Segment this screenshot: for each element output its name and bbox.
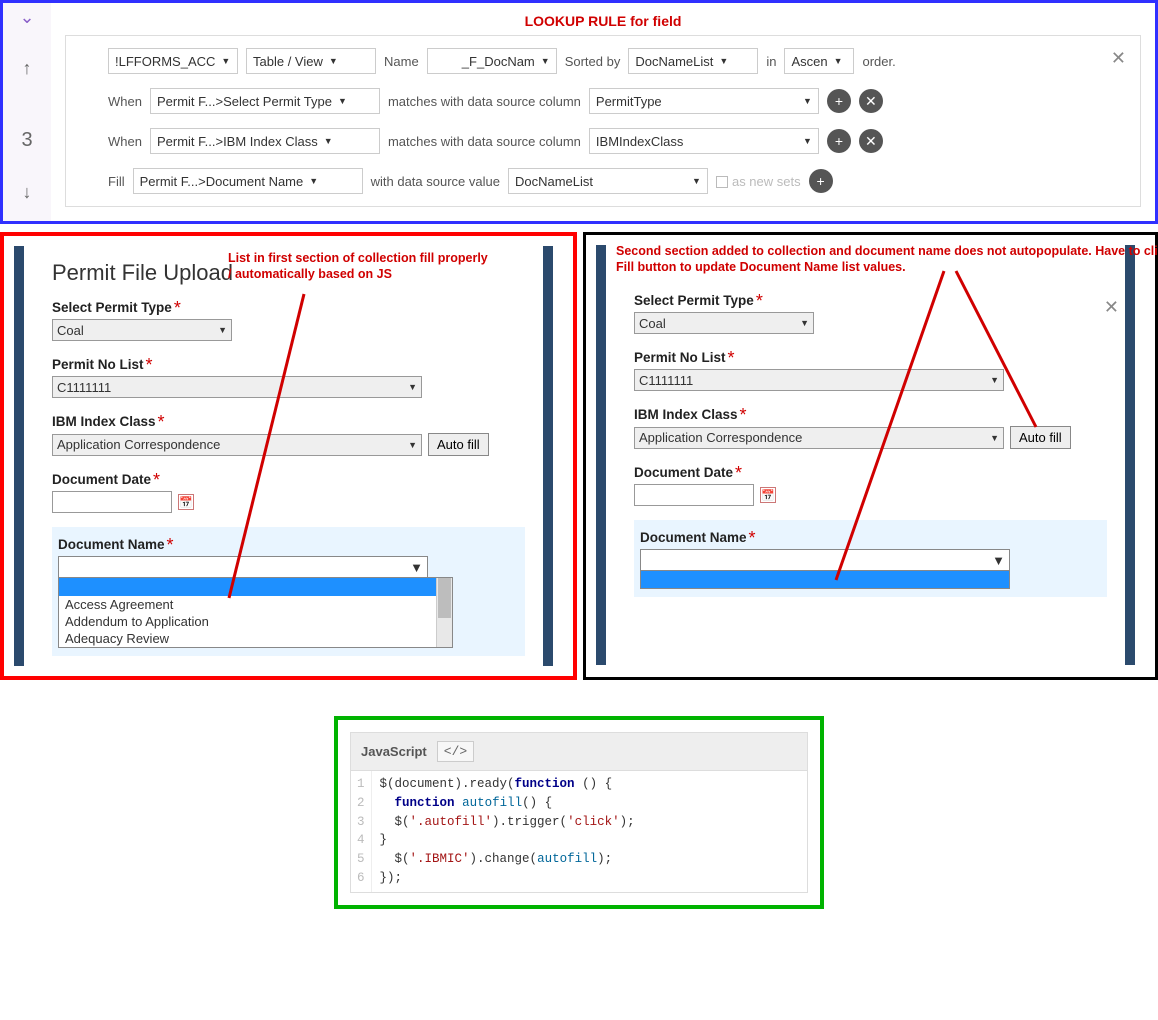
ibm-index-label: IBM Index Class [634,407,738,422]
permit-type-select[interactable]: Coal▼ [634,312,814,334]
rule-box: ✕ !LFFORMS_ACC▼ Table / View▼ Name _F_Do… [65,35,1141,207]
arrow-down-icon[interactable]: ↓ [23,182,32,203]
required-icon: * [740,405,747,425]
doc-name-select[interactable]: ▼ [58,556,428,578]
rule-header: LOOKUP RULE for field [65,13,1141,29]
when-row-2: When Permit F...>IBM Index Class▼ matche… [78,128,1128,154]
code-block: 123456 $(document).ready(function () { f… [350,771,808,893]
permit-type-select[interactable]: Coal▼ [52,319,232,341]
doc-name-label: Document Name [58,537,165,552]
order-select[interactable]: Ascen▼ [784,48,854,74]
fill-row: Fill Permit F...>Document Name▼ with dat… [78,168,1128,194]
permit-no-label: Permit No List [52,357,144,372]
rule-top-row: !LFFORMS_ACC▼ Table / View▼ Name _F_DocN… [78,48,1128,74]
name-select[interactable]: _F_DocNam▼ [427,48,557,74]
source-select[interactable]: !LFFORMS_ACC▼ [108,48,238,74]
close-icon[interactable]: ✕ [1104,297,1119,318]
calendar-icon[interactable]: 📅 [760,487,776,503]
when-label: When [108,94,142,109]
ibm-index-select[interactable]: Application Correspondence▼ [52,434,422,456]
list-item[interactable]: Adequacy Review [59,630,436,647]
required-icon: * [735,463,742,483]
list-item[interactable]: Access Agreement [59,596,436,613]
permit-type-label: Select Permit Type [52,300,172,315]
close-icon[interactable]: ✕ [1111,48,1126,69]
required-icon: * [158,412,165,432]
match-label: matches with data source column [388,94,581,109]
right-form-panel: Second section added to collection and d… [583,232,1158,680]
rule-gutter: ⌄ ↑ 3 ↓ [3,3,51,221]
code-content: $(document).ready(function () { function… [372,771,643,892]
mode-select[interactable]: Table / View▼ [246,48,376,74]
arrow-up-icon[interactable]: ↑ [23,58,32,79]
ibm-index-label: IBM Index Class [52,414,156,429]
doc-date-input[interactable] [52,491,172,513]
name-label: Name [384,54,419,69]
doc-name-select[interactable]: ▼ [640,549,1010,571]
code-icon[interactable]: </> [437,741,474,762]
ibm-index-select[interactable]: Application Correspondence▼ [634,427,1004,449]
autofill-button[interactable]: Auto fill [1010,426,1071,449]
autofill-button[interactable]: Auto fill [428,433,489,456]
left-form-panel: List in first section of collection fill… [0,232,577,680]
rule-number: 3 [21,129,32,152]
doc-date-label: Document Date [52,472,151,487]
fill-value-select[interactable]: DocNameList▼ [508,168,708,194]
required-icon: * [146,355,153,375]
list-item[interactable]: Addendum to Application [59,613,436,630]
when-row-1: When Permit F...>Select Permit Type▼ mat… [78,88,1128,114]
calendar-icon[interactable]: 📅 [178,494,194,510]
when2-field-select[interactable]: Permit F...>IBM Index Class▼ [150,128,380,154]
required-icon: * [153,470,160,490]
js-panel: JavaScript </> 123456 $(document).ready(… [334,716,824,909]
js-header: JavaScript </> [350,732,808,771]
forms-row: List in first section of collection fill… [0,232,1158,680]
annotation-right: Second section added to collection and d… [616,243,1158,276]
with-label: with data source value [371,174,500,189]
permit-no-select[interactable]: C1111111▼ [634,369,1004,391]
doc-name-dropdown[interactable]: Access Agreement Addendum to Application… [58,577,453,648]
annotation-left: List in first section of collection fill… [228,250,488,283]
required-icon: * [167,535,174,555]
when1-field-select[interactable]: Permit F...>Select Permit Type▼ [150,88,380,114]
sorted-select[interactable]: DocNameList▼ [628,48,758,74]
remove-icon[interactable]: ✕ [859,129,883,153]
in-label: in [766,54,776,69]
doc-name-block: Document Name* ▼ Access Agreement Addend… [52,527,525,656]
as-new-sets: as new sets [716,174,801,189]
doc-date-label: Document Date [634,465,733,480]
permit-no-label: Permit No List [634,350,726,365]
permit-no-select[interactable]: C1111111▼ [52,376,422,398]
scrollbar[interactable] [436,578,452,647]
match-label: matches with data source column [388,134,581,149]
line-numbers: 123456 [351,771,372,892]
when-label: When [108,134,142,149]
js-title: JavaScript [361,744,427,759]
doc-name-dropdown-empty[interactable] [640,571,1010,589]
required-icon: * [174,298,181,318]
required-icon: * [728,348,735,368]
list-item[interactable] [59,578,436,596]
sorted-label: Sorted by [565,54,621,69]
doc-date-input[interactable] [634,484,754,506]
chevron-down-icon: ⌄ [19,7,34,28]
plus-icon[interactable]: + [827,89,851,113]
fill-field-select[interactable]: Permit F...>Document Name▼ [133,168,363,194]
permit-type-label: Select Permit Type [634,293,754,308]
order-label: order. [862,54,895,69]
fill-label: Fill [108,174,125,189]
plus-icon[interactable]: + [827,129,851,153]
remove-icon[interactable]: ✕ [859,89,883,113]
required-icon: * [749,528,756,548]
doc-name-block: Document Name* ▼ [634,520,1107,597]
plus-icon[interactable]: + [809,169,833,193]
required-icon: * [756,291,763,311]
doc-name-label: Document Name [640,530,747,545]
lookup-rule-panel: ⌄ ↑ 3 ↓ LOOKUP RULE for field ✕ !LFFORMS… [0,0,1158,224]
when2-column-select[interactable]: IBMIndexClass▼ [589,128,819,154]
when1-column-select[interactable]: PermitType▼ [589,88,819,114]
